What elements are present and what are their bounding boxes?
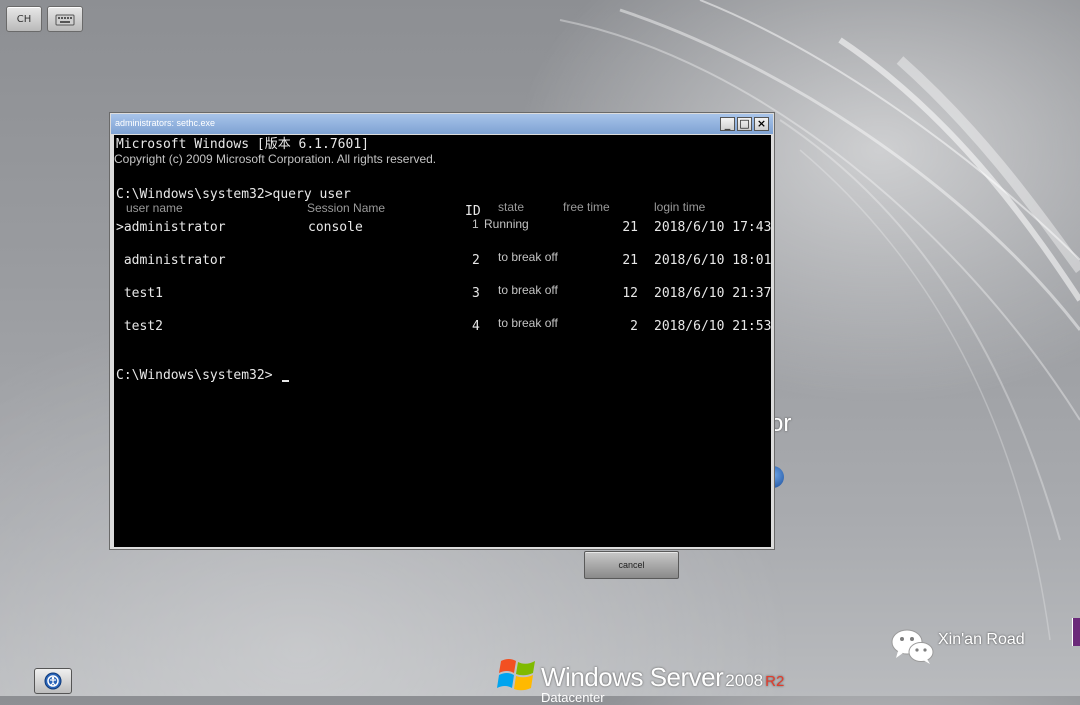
ease-of-access-icon — [44, 672, 62, 690]
on-screen-keyboard-button[interactable] — [47, 6, 83, 32]
session-user: administrator — [116, 253, 226, 268]
watermark-text: Xin'an Road — [938, 631, 1025, 648]
header-session-name: Session Name — [307, 201, 386, 215]
session-idle: 21 — [622, 253, 638, 268]
header-user-name: user name — [126, 201, 183, 215]
session-login: 2018/6/10 17:43 — [654, 220, 771, 235]
windows-flag-icon — [497, 659, 535, 691]
language-label: CH — [16, 13, 32, 25]
brand-edition: Datacenter — [541, 690, 605, 705]
brand-name: Windows Server — [541, 662, 724, 692]
session-idle: 12 — [622, 286, 638, 301]
session-id: 2 — [472, 253, 480, 268]
session-id: 4 — [472, 319, 480, 334]
session-login: 2018/6/10 21:37 — [654, 286, 771, 301]
ease-of-access-button[interactable] — [34, 668, 72, 694]
session-name: console — [308, 220, 363, 235]
session-login: 2018/6/10 21:53 — [654, 319, 771, 334]
windows-server-brand: Windows Server 2008 R2 — [541, 662, 784, 693]
session-state: to break off — [498, 316, 558, 330]
window-titlebar[interactable]: administrators: sethc.exe _ □ × — [111, 114, 773, 134]
edge-fragment — [1072, 618, 1080, 646]
wechat-icon — [891, 629, 934, 664]
language-button[interactable]: CH — [6, 6, 42, 32]
text-cursor — [282, 380, 289, 382]
banner-line: Microsoft Windows [版本 6.1.7601] — [116, 137, 369, 152]
query-command: C:\Windows\system32>query user — [116, 187, 351, 202]
close-button[interactable]: × — [754, 117, 769, 131]
maximize-button[interactable]: □ — [737, 117, 752, 131]
session-user: test1 — [116, 286, 163, 301]
cancel-label: cancel — [618, 560, 645, 570]
cancel-button[interactable]: cancel — [584, 551, 679, 579]
copyright-line: Copyright (c) 2009 Microsoft Corporation… — [114, 152, 437, 166]
header-state: state — [498, 200, 525, 214]
header-login-time: login time — [654, 200, 706, 214]
brand-release: R2 — [765, 673, 785, 690]
session-user: >administrator — [116, 220, 226, 235]
session-state: to break off — [498, 283, 558, 297]
header-free-time: free time — [563, 200, 610, 214]
console-output[interactable]: Microsoft Windows [版本 6.1.7601] Copyrigh… — [114, 135, 771, 547]
session-login: 2018/6/10 18:01 — [654, 253, 771, 268]
command-prompt-window[interactable]: administrators: sethc.exe _ □ × Microsof… — [109, 112, 775, 550]
session-id: 3 — [472, 286, 480, 301]
session-idle: 21 — [622, 220, 638, 235]
keyboard-icon — [55, 14, 75, 26]
session-user: test2 — [116, 319, 163, 334]
command-prompt-line[interactable]: C:\Windows\system32> — [116, 368, 273, 383]
session-state: Running — [484, 217, 529, 231]
minimize-button[interactable]: _ — [720, 117, 735, 131]
session-idle: 2 — [630, 319, 638, 334]
window-title: administrators: sethc.exe — [115, 118, 216, 128]
brand-version: 2008 — [725, 671, 764, 690]
session-id: 1 — [472, 217, 479, 231]
session-state: to break off — [498, 250, 558, 264]
